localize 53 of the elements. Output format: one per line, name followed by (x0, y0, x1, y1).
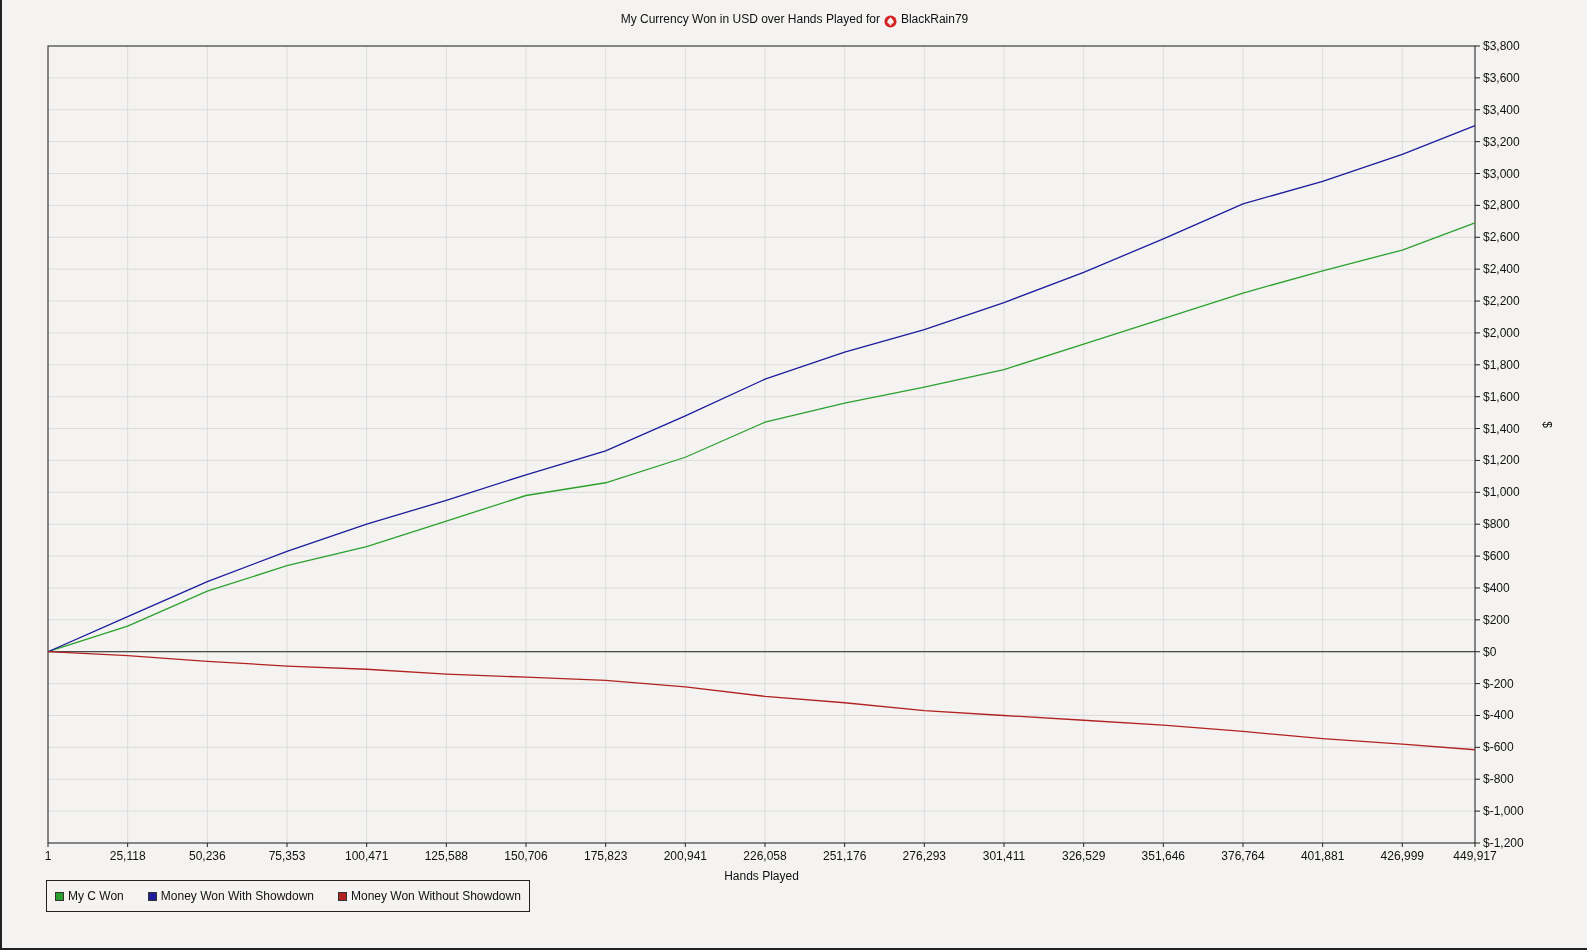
y-tick-label: $1,800 (1483, 357, 1520, 372)
x-tick-label: 226,058 (743, 849, 787, 863)
x-tick-label: 401,881 (1300, 849, 1345, 863)
y-tick-label: $2,600 (1483, 230, 1520, 245)
x-tick-label: 125,588 (424, 849, 468, 863)
x-tick-label: 1 (44, 849, 52, 863)
y-tick-label: $3,000 (1483, 166, 1520, 181)
x-tick-label: 276,293 (902, 849, 946, 863)
x-axis-label: Hands Played (724, 869, 799, 883)
x-tick-label: 351,646 (1141, 849, 1185, 863)
y-tick-label: $-1,000 (1483, 804, 1524, 819)
x-tick-label: 301,411 (982, 849, 1026, 863)
y-tick-label: $1,600 (1483, 389, 1520, 404)
y-tick-label: $3,600 (1483, 70, 1520, 85)
y-tick-label: $200 (1483, 612, 1510, 627)
x-tick-label: 426,999 (1380, 849, 1424, 863)
y-tick-label: $1,200 (1483, 453, 1520, 468)
player-name: BlackRain79 (900, 11, 969, 28)
y-tick-label: $-800 (1483, 772, 1514, 787)
legend-label: Money Won With Showdown (160, 888, 314, 905)
x-tick-label: 100,471 (344, 849, 389, 863)
x-tick-label: 50,236 (189, 849, 226, 863)
x-tick-label: 200,941 (663, 849, 707, 863)
y-tick-label: $3,400 (1483, 102, 1520, 117)
x-tick-label: 75,353 (268, 849, 306, 863)
y-axis-label: $ (1540, 421, 1554, 428)
x-tick-label: 376,764 (1221, 849, 1265, 863)
y-tick-label: $2,000 (1483, 325, 1520, 340)
x-tick-label: 326,529 (1061, 849, 1106, 863)
y-tick-label: $0 (1483, 644, 1497, 659)
x-tick-label: 25,118 (109, 849, 146, 863)
y-tick-label: $400 (1483, 580, 1510, 595)
y-tick-label: $2,200 (1483, 294, 1520, 309)
y-tick-label: $-200 (1483, 676, 1514, 691)
y-tick-label: $600 (1483, 549, 1510, 564)
y-tick-label: $-1,200 (1483, 836, 1524, 850)
chart-title: My Currency Won in USD over Hands Played for (620, 11, 880, 28)
y-tick-label: $3,800 (1483, 39, 1520, 53)
y-tick-label: $3,200 (1483, 134, 1520, 149)
spade-icon (883, 15, 897, 28)
y-tick-label: $2,800 (1483, 198, 1520, 213)
legend-label: Money Won Without Showdown (351, 888, 521, 905)
y-tick-label: $1,400 (1483, 421, 1520, 436)
y-tick-label: $-400 (1483, 708, 1514, 723)
y-tick-label: $1,000 (1483, 485, 1520, 500)
x-tick-label: 175,823 (583, 849, 628, 863)
x-tick-label: 150,706 (504, 849, 548, 863)
legend-label: My C Won (68, 888, 124, 905)
y-tick-label: $-600 (1483, 740, 1514, 755)
x-tick-label: 449,917 (1453, 849, 1497, 863)
y-tick-label: $800 (1483, 517, 1510, 532)
y-tick-label: $2,400 (1483, 262, 1520, 277)
x-tick-label: 251,176 (822, 849, 867, 863)
